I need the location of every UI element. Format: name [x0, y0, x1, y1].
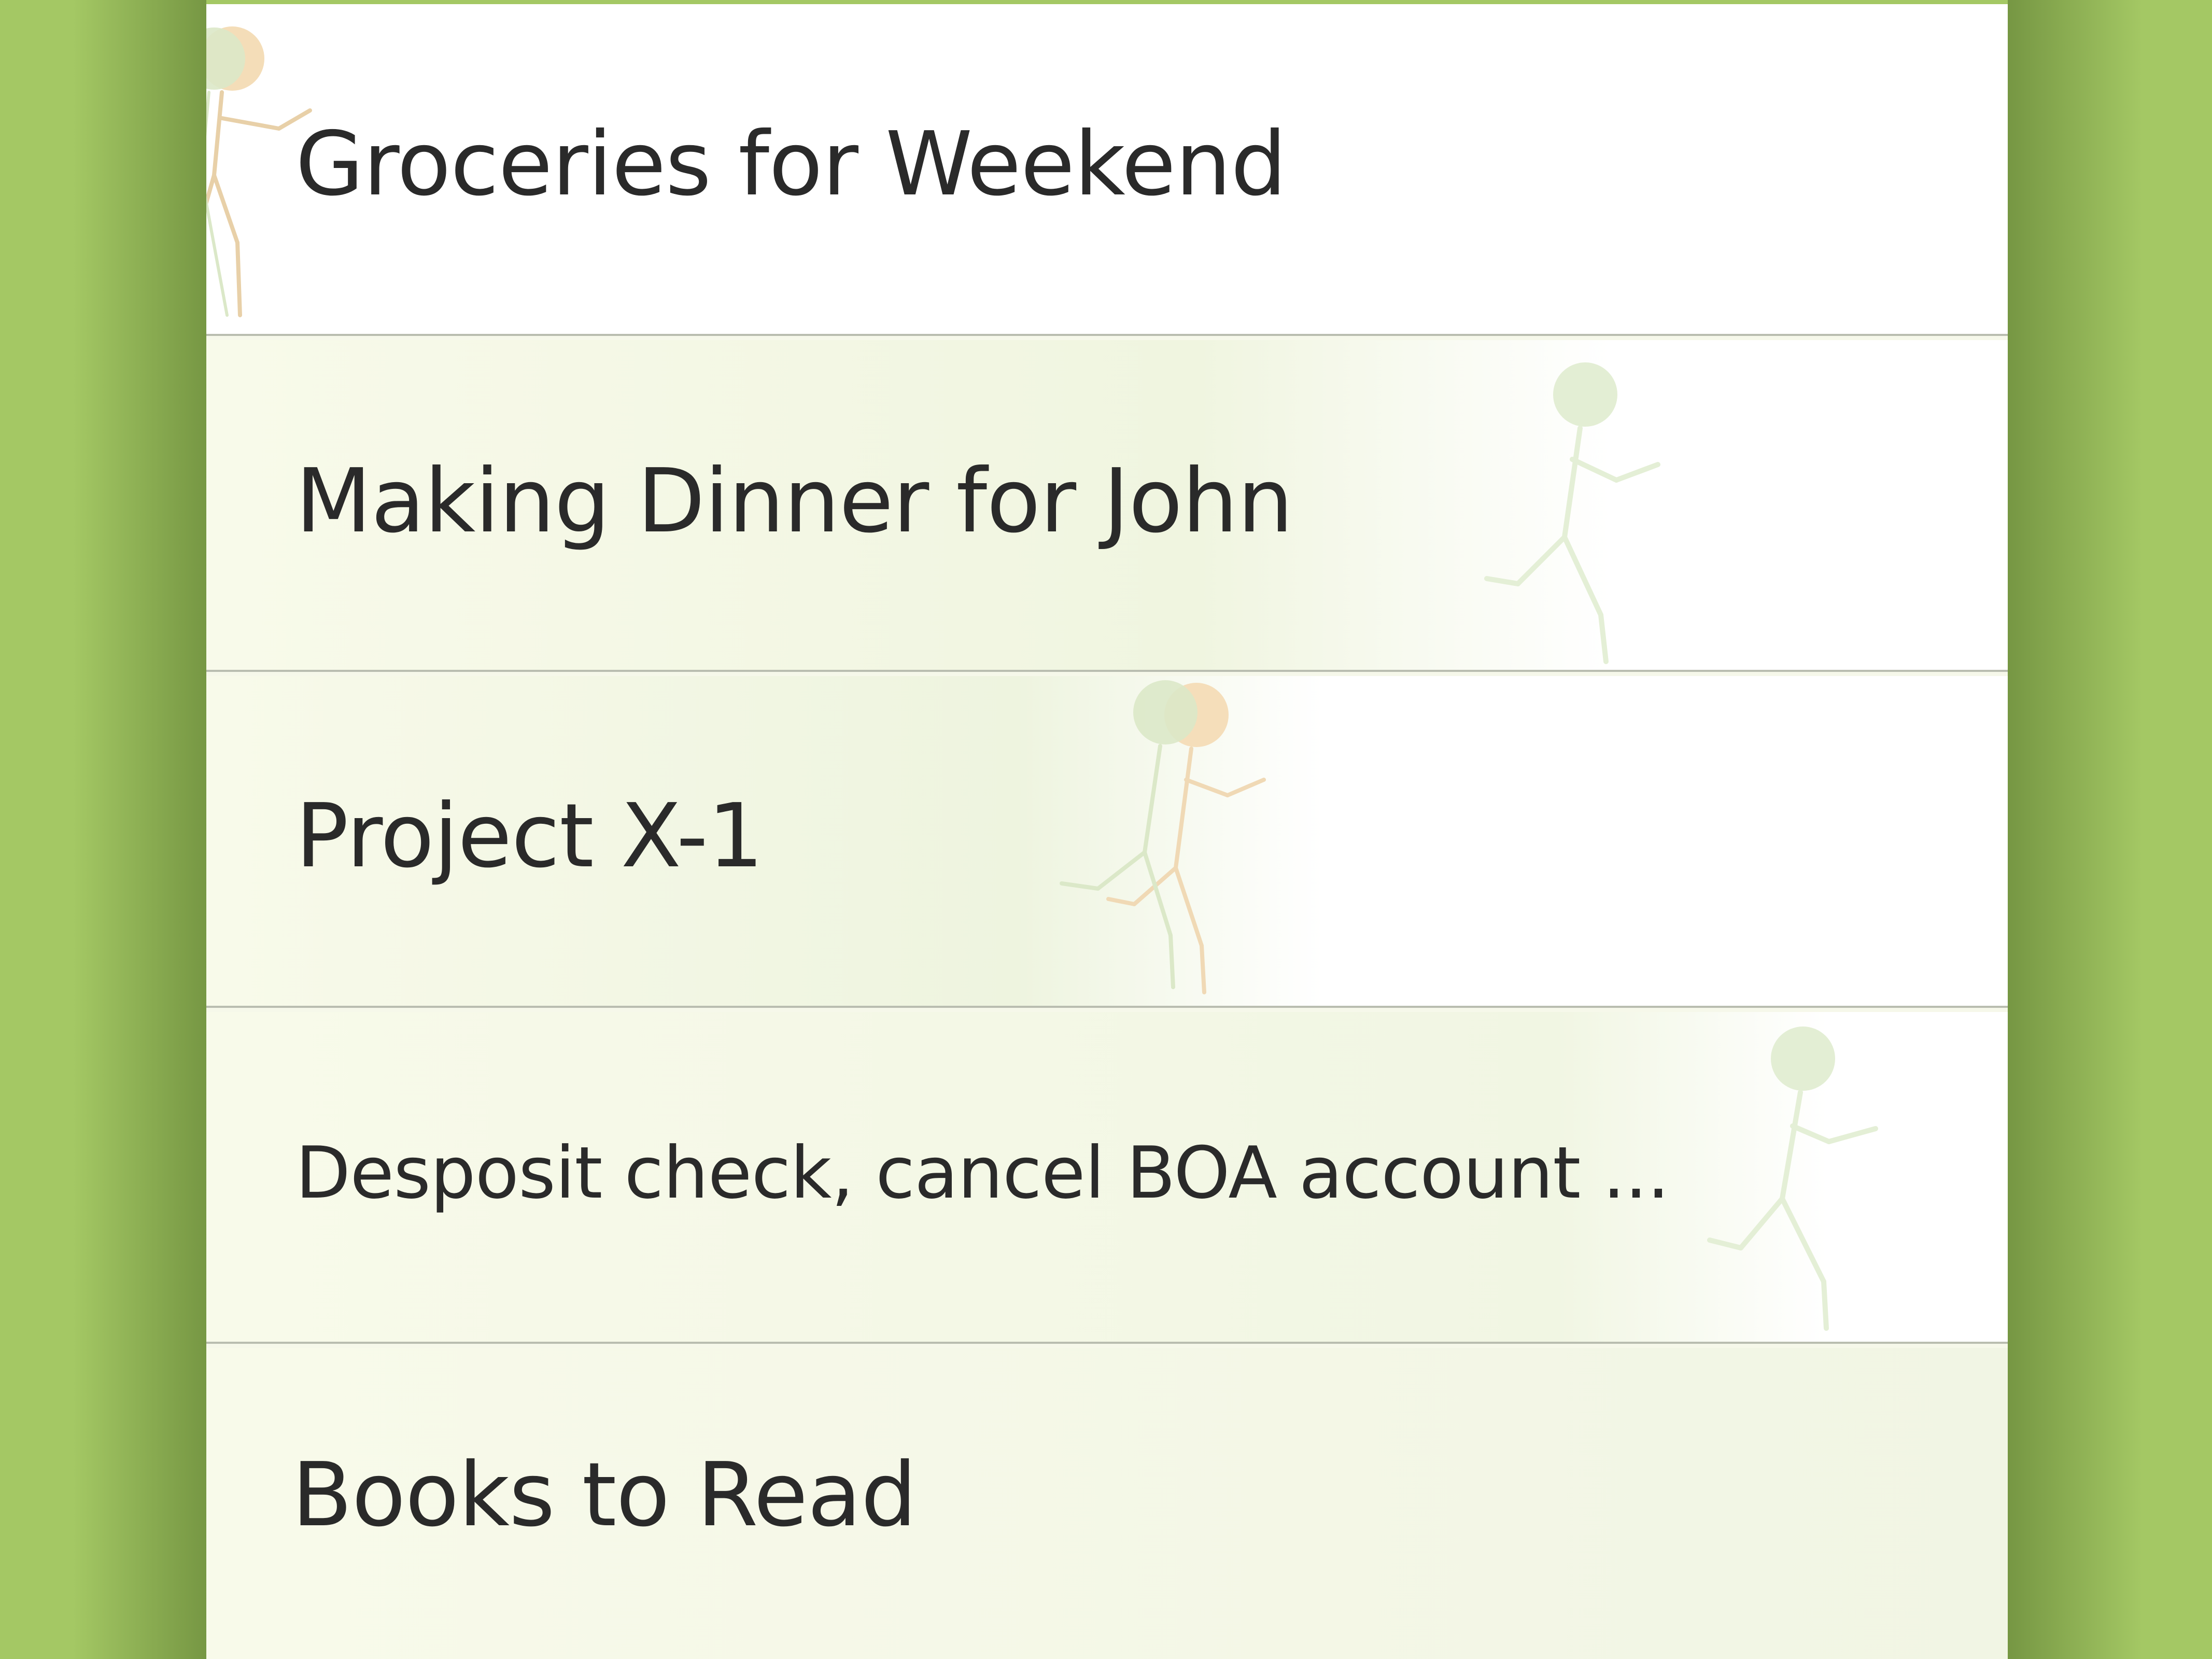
list-item-label: Desposit check, cancel BOA account ... — [295, 1131, 1670, 1215]
list-item-label: Groceries for Weekend — [295, 113, 1287, 216]
list-item[interactable]: Groceries for Weekend — [206, 4, 2008, 336]
list-item[interactable]: Desposit check, cancel BOA account ... — [206, 1012, 2008, 1344]
runner-icon — [1060, 680, 1266, 994]
right-panel-shadow — [2008, 0, 2143, 1659]
list-item-label: Making Dinner for John — [295, 450, 1293, 553]
list-item-label: Books to Read — [292, 1444, 917, 1546]
top-edge-strip — [206, 0, 2008, 4]
list-item[interactable]: Project X-1 — [206, 676, 2008, 1008]
task-list: Groceries for Weekend Making Dinner for … — [206, 4, 2008, 1659]
runner-icon — [1707, 1027, 1878, 1331]
list-item[interactable]: Books to Read — [206, 1348, 2008, 1659]
runner-icon — [1484, 362, 1660, 664]
list-item-label: Project X-1 — [295, 785, 764, 888]
left-panel-shadow — [73, 0, 207, 1659]
list-item[interactable]: Making Dinner for John — [206, 340, 2008, 672]
